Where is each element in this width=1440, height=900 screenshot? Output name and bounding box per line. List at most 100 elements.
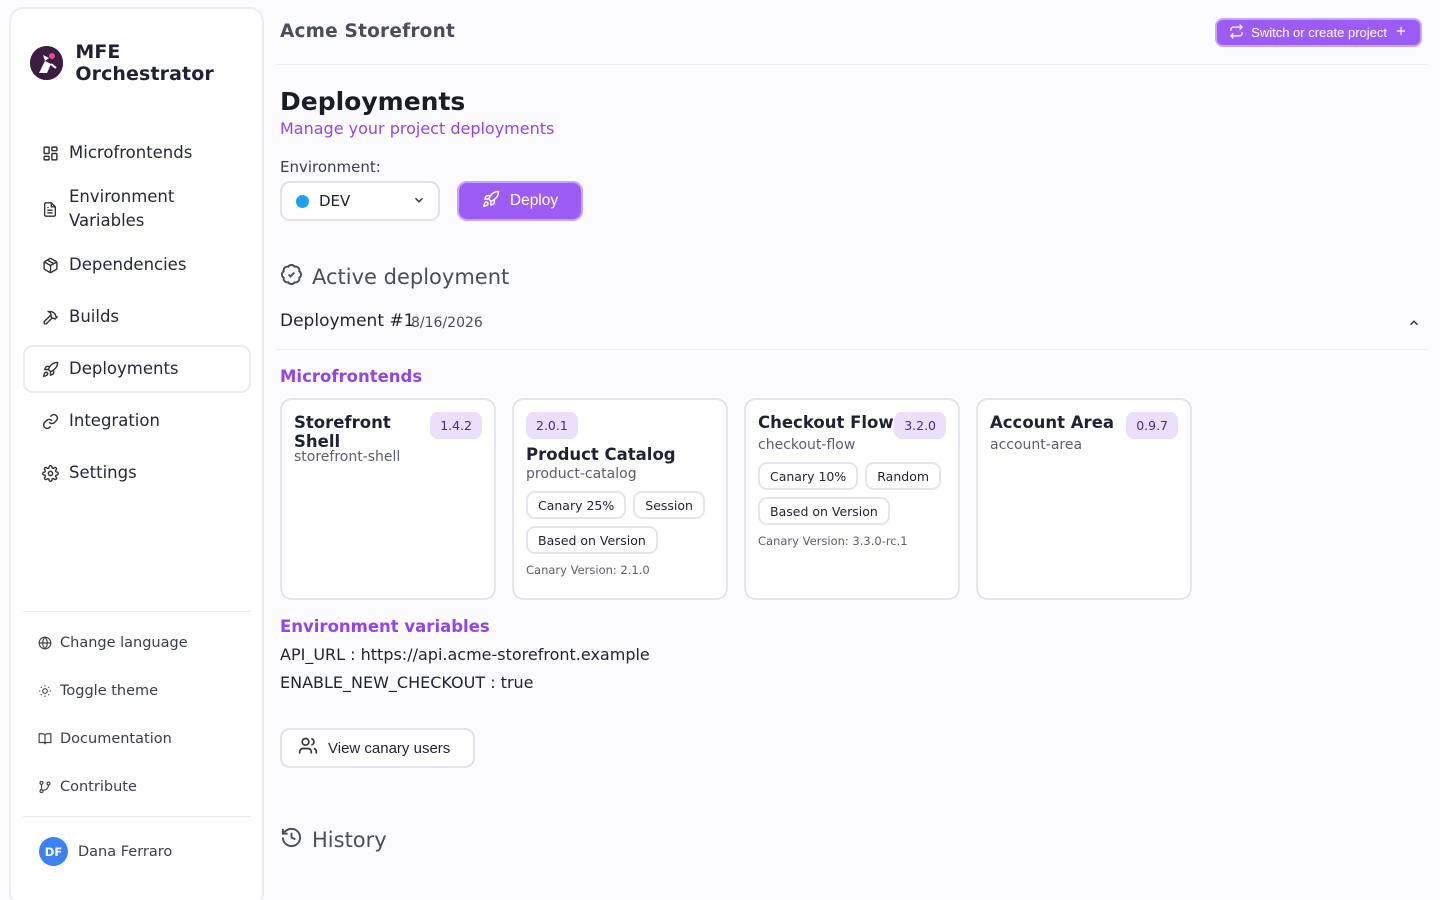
change-language-button[interactable]: Change language: [37, 619, 247, 667]
sidebar-item-integration[interactable]: Integration: [23, 397, 251, 445]
sidebar: MFE Orchestrator Microfrontends Environm…: [9, 7, 264, 900]
deploy-button[interactable]: Deploy: [457, 181, 583, 221]
environment-label: Environment:: [280, 158, 381, 176]
sidebar-item-microfrontends[interactable]: Microfrontends: [23, 129, 251, 177]
deployment-row[interactable]: Deployment #1 8/16/2026: [276, 301, 1428, 350]
link-icon: [41, 412, 59, 430]
microfrontend-name: Account Area: [990, 413, 1115, 432]
microfrontends-heading: Microfrontends: [280, 367, 423, 386]
documentation-label: Documentation: [60, 731, 172, 747]
env-var-value: https://api.acme-storefront.example: [360, 645, 650, 664]
sidebar-item-builds[interactable]: Builds: [23, 293, 251, 341]
brand[interactable]: MFE Orchestrator: [30, 41, 262, 85]
environment-variables-heading: Environment variables: [280, 617, 490, 636]
file-text-icon: [41, 200, 59, 218]
deployment-date: 8/16/2026: [411, 315, 483, 331]
microfrontend-name: Storefront Shell: [294, 413, 391, 451]
sidebar-utilities: Change language Toggle theme Documentati…: [37, 619, 247, 811]
environment-value: DEV: [319, 192, 351, 210]
sidebar-nav: Microfrontends Environment Variables Dep…: [23, 129, 251, 497]
change-language-label: Change language: [60, 635, 188, 651]
toggle-theme-button[interactable]: Toggle theme: [37, 667, 247, 715]
canary-version: Canary Version: 2.1.0: [526, 563, 650, 577]
sun-icon: [37, 684, 52, 699]
history-icon: [280, 826, 303, 854]
user-name: Dana Ferraro: [78, 843, 173, 860]
documentation-link[interactable]: Documentation: [37, 715, 247, 763]
version-badge: 1.4.2: [430, 412, 482, 439]
history-heading: History: [280, 826, 387, 854]
canary-strategy-tag: Based on Version: [758, 497, 890, 525]
user-profile[interactable]: DF Dana Ferraro: [39, 837, 172, 866]
view-canary-users-button[interactable]: View canary users: [280, 728, 475, 768]
canary-mode-tag: Random: [865, 462, 942, 490]
rocket-icon: [41, 360, 59, 378]
microfrontend-card[interactable]: Storefront Shell 1.4.2 storefront-shell: [280, 398, 496, 600]
avatar: DF: [39, 837, 68, 866]
canary-tags: Canary 10% Random Based on Version: [758, 462, 946, 525]
canary-mode-tag: Session: [633, 491, 705, 519]
page-subtitle: Manage your project deployments: [280, 119, 555, 138]
chevron-down-icon: [412, 192, 426, 211]
view-canary-users-label: View canary users: [328, 739, 451, 757]
environment-status-dot: [296, 194, 309, 208]
hammer-icon: [41, 308, 59, 326]
sidebar-item-label: Microfrontends: [69, 143, 193, 162]
swap-icon: [1229, 23, 1244, 42]
rocket-icon: [482, 190, 500, 213]
sidebar-item-label: Settings: [69, 463, 137, 482]
package-icon: [41, 256, 59, 274]
chevron-up-icon[interactable]: [1404, 313, 1424, 333]
microfrontend-card[interactable]: Checkout Flow 3.2.0 checkout-flow Canary…: [744, 398, 960, 600]
canary-version: Canary Version: 3.3.0-rc.1: [758, 534, 908, 548]
microfrontend-slug: checkout-flow: [758, 437, 856, 453]
history-title: History: [312, 828, 387, 852]
environment-select[interactable]: DEV: [280, 181, 440, 221]
switch-project-button[interactable]: Switch or create project: [1215, 18, 1422, 47]
toggle-theme-label: Toggle theme: [60, 683, 159, 699]
sidebar-item-label: Builds: [69, 307, 120, 326]
canary-percent-tag: Canary 10%: [758, 462, 859, 490]
top-bar: Acme Storefront Switch or create project: [276, 0, 1428, 65]
microfrontend-slug: storefront-shell: [294, 449, 401, 465]
check-circle-icon: [280, 263, 303, 291]
sidebar-item-settings[interactable]: Settings: [23, 449, 251, 497]
sidebar-item-dependencies[interactable]: Dependencies: [23, 241, 251, 289]
version-badge: 0.9.7: [1126, 412, 1178, 439]
sidebar-item-label: Deployments: [69, 359, 179, 378]
contribute-label: Contribute: [60, 779, 137, 795]
contribute-link[interactable]: Contribute: [37, 763, 247, 811]
env-var-row: ENABLE_NEW_CHECKOUT : true: [280, 673, 534, 692]
book-icon: [37, 732, 52, 747]
sidebar-item-deployments[interactable]: Deployments: [23, 345, 251, 393]
env-var-row: API_URL : https://api.acme-storefront.ex…: [280, 645, 650, 664]
logo-icon: [30, 46, 64, 80]
microfrontend-name: Checkout Flow: [758, 413, 894, 432]
version-badge: 3.2.0: [894, 412, 946, 439]
microfrontend-slug: product-catalog: [526, 466, 637, 482]
microfrontend-card[interactable]: Account Area 0.9.7 account-area: [976, 398, 1192, 600]
version-badge: 2.0.1: [526, 412, 578, 439]
grid-icon: [41, 144, 59, 162]
switch-project-label: Switch or create project: [1251, 25, 1387, 40]
canary-tags: Canary 25% Session Based on Version: [526, 491, 714, 554]
users-icon: [298, 736, 318, 760]
sidebar-item-environment-variables[interactable]: Environment Variables: [23, 181, 251, 237]
env-var-key: ENABLE_NEW_CHECKOUT: [280, 673, 486, 692]
env-var-key: API_URL: [280, 645, 346, 664]
active-deployment-title: Active deployment: [312, 265, 510, 289]
deploy-label: Deploy: [509, 192, 559, 209]
sidebar-item-label: Dependencies: [69, 255, 187, 274]
canary-strategy-tag: Based on Version: [526, 526, 658, 554]
canary-percent-tag: Canary 25%: [526, 491, 627, 519]
deployment-name: Deployment #1: [280, 311, 415, 331]
project-name: Acme Storefront: [280, 21, 455, 42]
microfrontend-slug: account-area: [990, 437, 1083, 453]
sidebar-item-label: Integration: [69, 411, 160, 430]
app-title: MFE Orchestrator: [75, 41, 214, 85]
sidebar-item-label: Environment Variables: [69, 187, 175, 230]
active-deployment-heading: Active deployment: [280, 263, 509, 291]
microfrontend-card[interactable]: 2.0.1 Product Catalog product-catalog Ca…: [512, 398, 728, 600]
microfrontend-name: Product Catalog: [526, 445, 676, 464]
page-title: Deployments: [280, 87, 466, 116]
